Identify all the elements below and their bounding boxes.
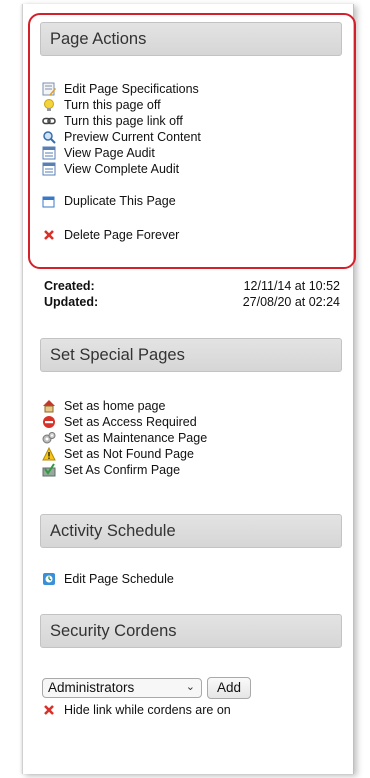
updated-label: Updated: bbox=[44, 295, 99, 309]
page-actions-header: Page Actions bbox=[40, 22, 342, 56]
created-label: Created: bbox=[44, 279, 95, 293]
action-label: Set As Confirm Page bbox=[64, 463, 181, 477]
action-label: Edit Page Schedule bbox=[64, 572, 174, 586]
corden-select-value: Administrators bbox=[48, 680, 135, 695]
action-label: View Page Audit bbox=[64, 146, 155, 160]
edit-document-icon bbox=[42, 82, 56, 96]
special-pages-header: Set Special Pages bbox=[40, 338, 342, 372]
created-value: 12/11/14 at 10:52 bbox=[243, 279, 340, 293]
updated-row: Updated: 27/08/20 at 02:24 bbox=[44, 295, 340, 309]
action-label: Set as home page bbox=[64, 399, 166, 413]
action-label: Set as Not Found Page bbox=[64, 447, 194, 461]
lightbulb-icon bbox=[42, 98, 56, 112]
created-row: Created: 12/11/14 at 10:52 bbox=[44, 279, 340, 293]
corden-select[interactable]: Administrators ⌄ bbox=[42, 678, 202, 698]
audit-list-icon bbox=[42, 162, 56, 176]
confirm-icon bbox=[42, 463, 56, 477]
chevron-down-icon: ⌄ bbox=[185, 681, 195, 693]
no-entry-icon bbox=[42, 415, 56, 429]
schedule-icon bbox=[42, 572, 56, 586]
action-label: Set as Access Required bbox=[64, 415, 197, 429]
action-label: Turn this page off bbox=[64, 98, 161, 112]
set-confirm-page-link[interactable]: Set As Confirm Page bbox=[42, 461, 180, 479]
security-cordens-header: Security Cordens bbox=[40, 614, 342, 648]
view-complete-audit-link[interactable]: View Complete Audit bbox=[42, 160, 179, 178]
action-label: Edit Page Specifications bbox=[64, 82, 199, 96]
updated-value: 27/08/20 at 02:24 bbox=[242, 295, 340, 309]
red-x-icon bbox=[42, 228, 56, 242]
red-x-icon bbox=[42, 703, 56, 717]
action-label: Turn this page link off bbox=[64, 114, 183, 128]
hide-link-while-cordens-on-link[interactable]: Hide link while cordens are on bbox=[42, 701, 231, 719]
link-icon bbox=[42, 114, 56, 128]
action-label: Delete Page Forever bbox=[64, 228, 180, 242]
magnifier-icon bbox=[42, 130, 56, 144]
home-icon bbox=[42, 399, 56, 413]
warning-icon bbox=[42, 447, 56, 461]
action-label: View Complete Audit bbox=[64, 162, 180, 176]
delete-page-link[interactable]: Delete Page Forever bbox=[42, 226, 179, 244]
action-label: Set as Maintenance Page bbox=[64, 431, 208, 445]
action-label: Preview Current Content bbox=[64, 130, 201, 144]
action-label: Duplicate This Page bbox=[64, 194, 176, 208]
duplicate-page-link[interactable]: Duplicate This Page bbox=[42, 192, 176, 210]
edit-page-schedule-link[interactable]: Edit Page Schedule bbox=[42, 570, 174, 588]
gears-icon bbox=[42, 431, 56, 445]
duplicate-window-icon bbox=[42, 194, 56, 208]
add-corden-button[interactable]: Add bbox=[207, 677, 251, 699]
action-label: Hide link while cordens are on bbox=[64, 703, 231, 717]
audit-list-icon bbox=[42, 146, 56, 160]
activity-schedule-header: Activity Schedule bbox=[40, 514, 342, 548]
